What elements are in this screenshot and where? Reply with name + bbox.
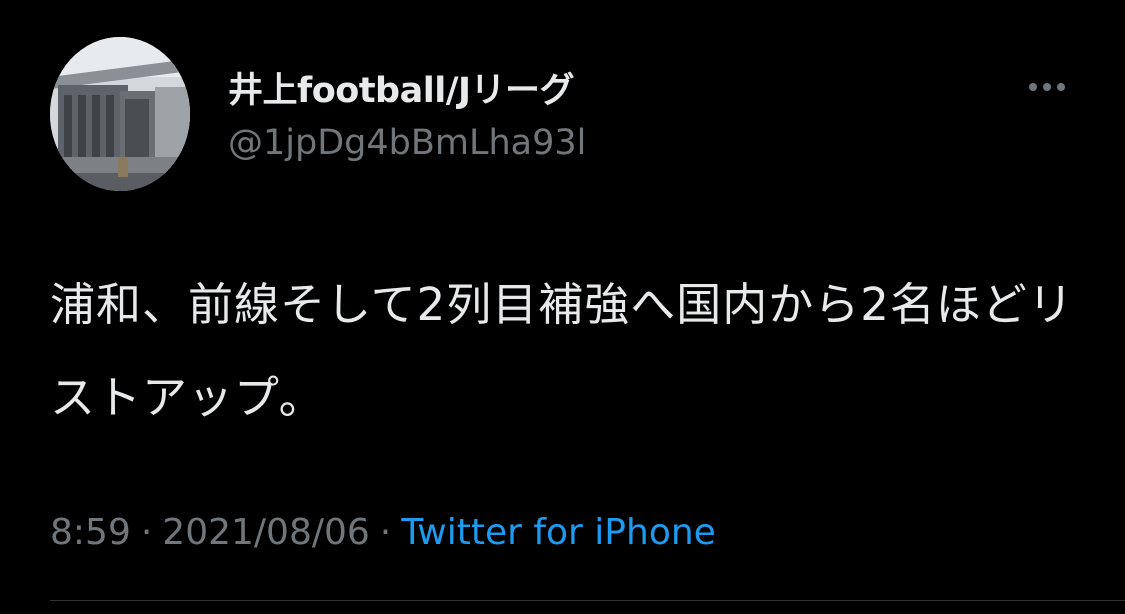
more-horizontal-icon [1029, 83, 1065, 91]
user-handle[interactable]: @1jpDg4bBmLha93l [228, 123, 586, 163]
avatar[interactable] [50, 37, 190, 191]
separator-dot: · [140, 512, 153, 553]
more-options-button[interactable] [1022, 70, 1072, 104]
tweet-source-link[interactable]: Twitter for iPhone [401, 512, 716, 553]
tweet-text: 浦和、前線そして2列目補強へ国内から2名ほどリストアップ。 [50, 278, 1074, 424]
avatar-stadium-image [50, 37, 190, 191]
tweet-metadata: 8:59 · 2021/08/06 · Twitter for iPhone [50, 512, 716, 553]
tweet-date[interactable]: 2021/08/06 [162, 512, 370, 553]
divider [50, 600, 1125, 601]
display-name[interactable]: 井上football/Jリーグ [228, 62, 575, 113]
tweet-time[interactable]: 8:59 [50, 512, 131, 553]
separator-dot: · [379, 512, 392, 553]
tweet: 井上football/Jリーグ @1jpDg4bBmLha93l 浦和、前線そし… [0, 0, 1125, 614]
